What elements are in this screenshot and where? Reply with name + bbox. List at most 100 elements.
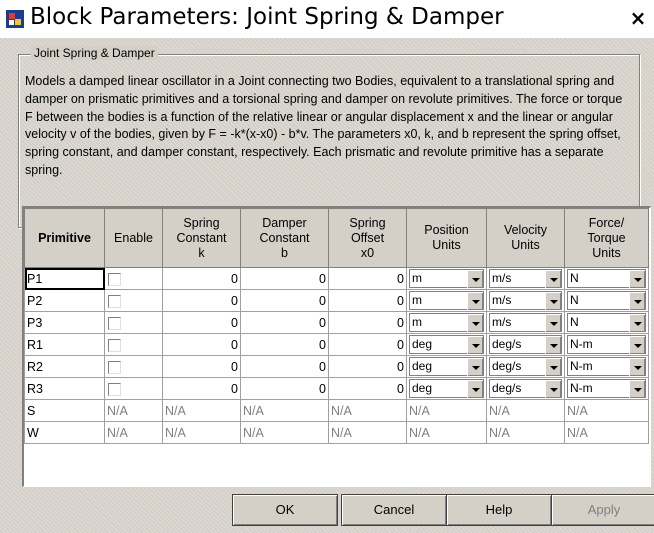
enable-checkbox[interactable] [108,294,121,308]
position-units-dropdown[interactable]: m [409,313,484,332]
position-units-dropdown[interactable]: m [409,269,484,288]
enable-cell[interactable] [104,311,163,334]
spring-offset-cell[interactable]: 0 [328,289,407,312]
velocity-units-dropdown[interactable]: deg/s [489,379,562,398]
enable-checkbox[interactable] [108,338,121,352]
spring-constant-cell[interactable]: 0 [162,289,241,312]
spring-offset-cell[interactable]: 0 [328,267,407,290]
cancel-button[interactable]: Cancel [341,494,447,526]
chevron-down-icon[interactable] [629,336,645,354]
spring-constant-cell[interactable]: 0 [162,267,241,290]
enable-cell[interactable] [104,267,163,290]
position-units-dropdown[interactable]: deg [409,357,484,376]
enable-cell[interactable] [104,377,163,400]
chevron-down-icon[interactable] [545,336,561,354]
position-units-dropdown[interactable]: deg [409,335,484,354]
velocity-units-cell[interactable]: m/s [486,289,565,312]
chevron-down-icon[interactable] [467,292,483,310]
velocity-units-dropdown[interactable]: m/s [489,269,562,288]
velocity-units-dropdown[interactable]: deg/s [489,357,562,376]
table-row: P2 0 0 0 m m/s N [24,289,649,312]
force-units-dropdown[interactable]: N-m [567,335,646,354]
chevron-down-icon[interactable] [467,336,483,354]
chevron-down-icon[interactable] [467,380,483,398]
primitive-cell[interactable]: P2 [24,289,105,312]
spring-offset-cell[interactable]: 0 [328,355,407,378]
apply-button[interactable]: Apply [551,494,654,526]
spring-constant-cell[interactable]: 0 [162,355,241,378]
spring-constant-cell[interactable]: 0 [162,311,241,334]
force-units-dropdown[interactable]: N [567,313,646,332]
enable-checkbox[interactable] [108,316,121,330]
ok-button[interactable]: OK [232,494,338,526]
position-units-dropdown[interactable]: m [409,291,484,310]
chevron-down-icon[interactable] [545,270,561,288]
force-units-cell[interactable]: N [564,311,649,334]
enable-cell[interactable] [104,355,163,378]
enable-checkbox[interactable] [108,272,121,286]
chevron-down-icon[interactable] [467,358,483,376]
velocity-units-cell[interactable]: m/s [486,311,565,334]
force-units-cell[interactable]: N [564,289,649,312]
chevron-down-icon[interactable] [629,314,645,332]
primitive-cell[interactable]: R3 [24,377,105,400]
velocity-units-cell[interactable]: deg/s [486,333,565,356]
position-units-cell[interactable]: deg [406,355,487,378]
enable-cell[interactable] [104,333,163,356]
chevron-down-icon[interactable] [629,292,645,310]
help-button[interactable]: Help [446,494,552,526]
velocity-units-cell[interactable]: deg/s [486,355,565,378]
close-button[interactable]: × [626,6,650,30]
damper-constant-cell[interactable]: 0 [240,267,329,290]
spring-constant-cell[interactable]: 0 [162,333,241,356]
velocity-units-dropdown[interactable]: deg/s [489,335,562,354]
damper-constant-cell[interactable]: 0 [240,289,329,312]
damper-constant-cell[interactable]: 0 [240,355,329,378]
primitive-cell[interactable]: R2 [24,355,105,378]
position-units-cell[interactable]: deg [406,333,487,356]
primitive-cell[interactable]: P1 [24,267,105,290]
spring-offset-cell[interactable]: 0 [328,333,407,356]
velocity-units-dropdown[interactable]: m/s [489,291,562,310]
velocity-units-cell[interactable]: m/s [486,267,565,290]
position-units-cell[interactable]: m [406,311,487,334]
chevron-down-icon[interactable] [629,270,645,288]
position-units-cell[interactable]: m [406,289,487,312]
force-units-dropdown[interactable]: N-m [567,379,646,398]
chevron-down-icon[interactable] [545,358,561,376]
chevron-down-icon[interactable] [467,314,483,332]
chevron-down-icon[interactable] [545,380,561,398]
primitive-cell[interactable]: R1 [24,333,105,356]
force-units-cell[interactable]: N-m [564,355,649,378]
position-units-dropdown[interactable]: deg [409,379,484,398]
damper-constant-cell[interactable]: 0 [240,377,329,400]
force-units-dropdown[interactable]: N [567,291,646,310]
force-units-cell[interactable]: N [564,267,649,290]
chevron-down-icon[interactable] [545,314,561,332]
chevron-down-icon[interactable] [629,358,645,376]
table-row: R1 0 0 0 deg deg/s N-m [24,333,649,356]
position-units-cell[interactable]: m [406,267,487,290]
enable-checkbox[interactable] [108,382,121,396]
chevron-down-icon[interactable] [629,380,645,398]
spring-constant-cell[interactable]: 0 [162,377,241,400]
velocity-units-dropdown[interactable]: m/s [489,313,562,332]
position-units-cell[interactable]: deg [406,377,487,400]
title-bar[interactable]: Block Parameters: Joint Spring & Damper … [0,0,654,38]
na-cell: N/A [486,421,565,444]
primitive-cell[interactable]: P3 [24,311,105,334]
chevron-down-icon[interactable] [467,270,483,288]
velocity-units-cell[interactable]: deg/s [486,377,565,400]
damper-constant-cell[interactable]: 0 [240,333,329,356]
enable-checkbox[interactable] [108,360,121,374]
damper-constant-cell[interactable]: 0 [240,311,329,334]
force-units-dropdown[interactable]: N-m [567,357,646,376]
chevron-down-icon[interactable] [545,292,561,310]
force-units-cell[interactable]: N-m [564,333,649,356]
spring-offset-cell[interactable]: 0 [328,311,407,334]
header-line: Units [511,238,540,252]
enable-cell[interactable] [104,289,163,312]
force-units-cell[interactable]: N-m [564,377,649,400]
spring-offset-cell[interactable]: 0 [328,377,407,400]
force-units-dropdown[interactable]: N [567,269,646,288]
